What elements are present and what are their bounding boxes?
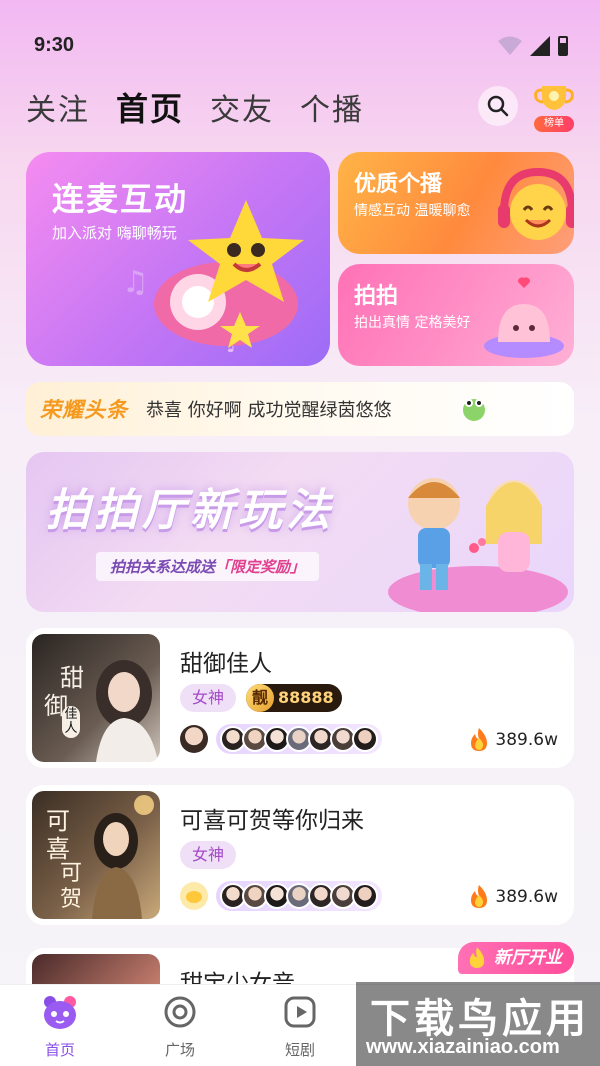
status-icons (498, 36, 568, 56)
new-hall-badge: 新厅开业 (458, 942, 574, 974)
tab-follow[interactable]: 关注 (26, 85, 90, 129)
signal-icon (530, 36, 550, 56)
mic-avatar-row (216, 881, 382, 911)
headline-message: 恭喜 你好啊 成功觉醒绿茵悠悠 (146, 400, 392, 421)
couple-illustration (388, 478, 568, 612)
room-name: 甜御佳人 (180, 651, 272, 677)
bottom-tab-label: 广场 (164, 1041, 195, 1059)
tab-home[interactable]: 首页 (116, 84, 184, 130)
headline-tag: 荣耀头条 (40, 398, 128, 422)
bottom-tab-label: 短剧 (284, 1041, 315, 1059)
host-avatar (180, 882, 208, 910)
honor-headline-banner[interactable]: 荣耀头条 恭喜 你好啊 成功觉醒绿茵悠悠 (26, 382, 574, 436)
bottom-tab-square[interactable]: 广场 (140, 993, 220, 1060)
mascot-icon (186, 891, 202, 903)
site-watermark: 下载鸟应用 www.xiazainiao.com (356, 982, 600, 1066)
bottom-tab-short-drama[interactable]: 短剧 (260, 993, 340, 1060)
feature-card-voice-chat[interactable]: 连麦互动 加入派对 嗨聊畅玩 ♪ ♫ (26, 152, 330, 366)
status-bar: 9:30 (0, 0, 600, 90)
member-avatars (180, 881, 382, 911)
ufo-mascot-illustration (484, 277, 564, 358)
pretty-number-icon: 靓 (246, 684, 274, 712)
goddess-tag: 女神 (180, 841, 237, 869)
avatar (352, 883, 378, 909)
room-heat: 389.6w (469, 728, 558, 752)
search-button[interactable] (478, 86, 518, 126)
room-card[interactable]: 可喜 可贺 可喜可贺等你归来 女神 389.6w (26, 785, 574, 925)
goddess-tag: 女神 (180, 684, 237, 712)
feature-card-paipai[interactable]: 拍拍 拍出真情 定格美好 (338, 264, 574, 366)
ranking-label: 榜单 (534, 116, 574, 132)
tab-friends[interactable]: 交友 (210, 85, 274, 129)
battery-icon (558, 36, 568, 56)
cover-text-1: 可喜 (46, 807, 70, 863)
new-hall-label: 新厅开业 (494, 948, 562, 968)
room-name: 可喜可贺等你归来 (180, 808, 364, 834)
search-icon (487, 95, 509, 117)
panda-home-icon (44, 996, 76, 1029)
pretty-number: 88888 (278, 688, 334, 707)
heat-value: 389.6w (495, 730, 558, 750)
fire-icon (469, 947, 485, 968)
top-nav: 关注 首页 交友 个播 (26, 84, 364, 130)
feature-card-quality-live[interactable]: 优质个播 情感互动 温暖聊愈 (338, 152, 574, 254)
pretty-number-badge: 靓 88888 (246, 684, 342, 712)
cover-text-2: 可贺 (60, 861, 83, 912)
member-avatars (180, 724, 382, 754)
frog-avatar-icon (463, 399, 485, 421)
star-mascot-illustration: ♪ ♫ (122, 200, 304, 358)
wifi-icon (498, 36, 522, 55)
headphone-emoji-illustration (498, 167, 574, 240)
tab-personal-live[interactable]: 个播 (300, 85, 364, 129)
room-thumbnail: 甜 御 佳人 (32, 634, 160, 762)
ranking-button[interactable]: 榜单 (532, 82, 576, 132)
fire-icon (471, 885, 488, 908)
watermark-url: www.xiazainiao.com (366, 1036, 560, 1058)
mic-avatar-row (216, 724, 382, 754)
status-time: 9:30 (34, 34, 75, 56)
avatar (352, 726, 378, 752)
promo-banner[interactable]: 拍拍厅新玩法 拍拍关系达成送「限定奖励」 (26, 452, 574, 612)
cover-text-3: 佳人 (62, 706, 80, 738)
play-video-icon (284, 996, 316, 1028)
room-card[interactable]: 甜 御 佳人 甜御佳人 女神 靓 88888 389.6w (26, 628, 574, 768)
bottom-tab-label: 首页 (44, 1041, 75, 1059)
svg-text:♫: ♫ (122, 265, 149, 300)
room-thumbnail: 可喜 可贺 (32, 791, 160, 919)
heat-value: 389.6w (495, 887, 558, 907)
bottom-tab-home[interactable]: 首页 (20, 993, 100, 1060)
room-heat: 389.6w (469, 885, 558, 909)
host-avatar (180, 725, 208, 753)
fire-icon (471, 728, 488, 751)
square-compass-icon (164, 996, 196, 1028)
